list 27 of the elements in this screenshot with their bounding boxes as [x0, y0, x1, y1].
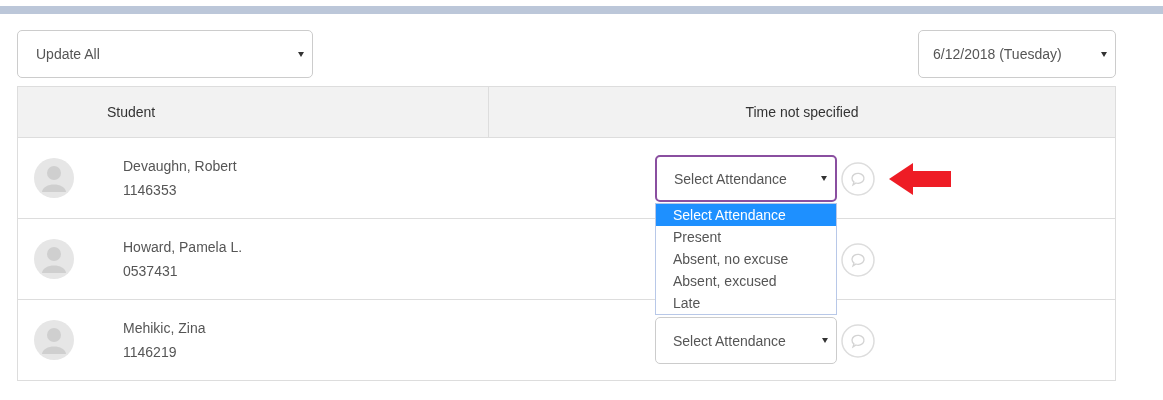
- caret-icon: [822, 338, 828, 343]
- column-header: Student: [18, 87, 489, 137]
- comment-icon[interactable]: [841, 323, 875, 358]
- attendance-option[interactable]: Present: [656, 226, 836, 248]
- comment-icon[interactable]: [841, 242, 875, 277]
- caret-icon: [1101, 51, 1107, 57]
- student-id: 1146219: [123, 344, 178, 360]
- student-name: Devaughn, Robert: [123, 158, 237, 174]
- arrow-drawing: [889, 161, 953, 196]
- student-id: 0537431: [123, 263, 179, 279]
- attendance-option[interactable]: Absent, no excuse: [656, 248, 836, 270]
- comment-icon[interactable]: [841, 161, 875, 196]
- attendance-option[interactable]: Late: [656, 292, 836, 314]
- avatar-icon: [34, 239, 74, 279]
- avatar-icon: [34, 320, 74, 360]
- update-select[interactable]: Update All: [17, 30, 313, 78]
- column-header: Time not specified: [744, 103, 860, 122]
- caret-icon: [821, 176, 827, 181]
- student-name: Mehikic, Zina: [123, 320, 206, 336]
- student-name: Howard, Pamela L.: [123, 239, 243, 255]
- caret-icon: [298, 51, 304, 57]
- attendance-select[interactable]: Select Attendance: [655, 317, 837, 364]
- date-select[interactable]: 6/12/2018 (Tuesday): [918, 30, 1116, 78]
- attendance-option[interactable]: Absent, excused: [656, 270, 836, 292]
- avatar-icon: [34, 158, 74, 198]
- attendance-select[interactable]: Select Attendance: [655, 155, 837, 202]
- student-id: 1146353: [123, 182, 178, 198]
